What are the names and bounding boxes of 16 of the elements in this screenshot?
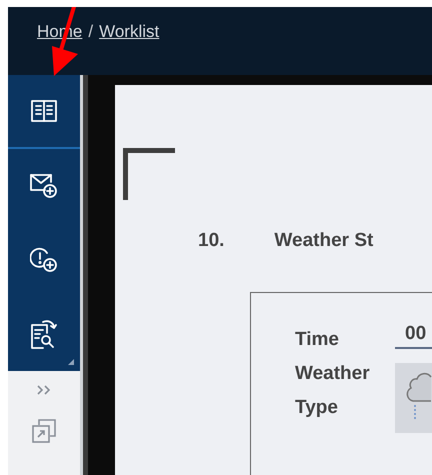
alert-plus-icon [30,247,58,273]
section-heading: Weather St [274,230,374,252]
corner-mark [123,148,175,200]
book-icon [31,100,57,122]
document-search-icon [30,319,58,349]
popout-icon[interactable] [32,419,56,443]
breadcrumb-link[interactable]: Worklist [99,22,160,42]
mail-plus-icon [30,173,58,199]
section-number: 10. [198,230,224,252]
cloud-rain-icon [395,363,432,433]
field-value: 00 [395,323,432,349]
double-chevron-icon[interactable] [37,385,51,395]
breadcrumb-separator: / [88,22,94,42]
field-label: Weather Type [295,362,371,420]
corner-triangle-icon [68,359,74,365]
field-label: Time [295,328,340,352]
